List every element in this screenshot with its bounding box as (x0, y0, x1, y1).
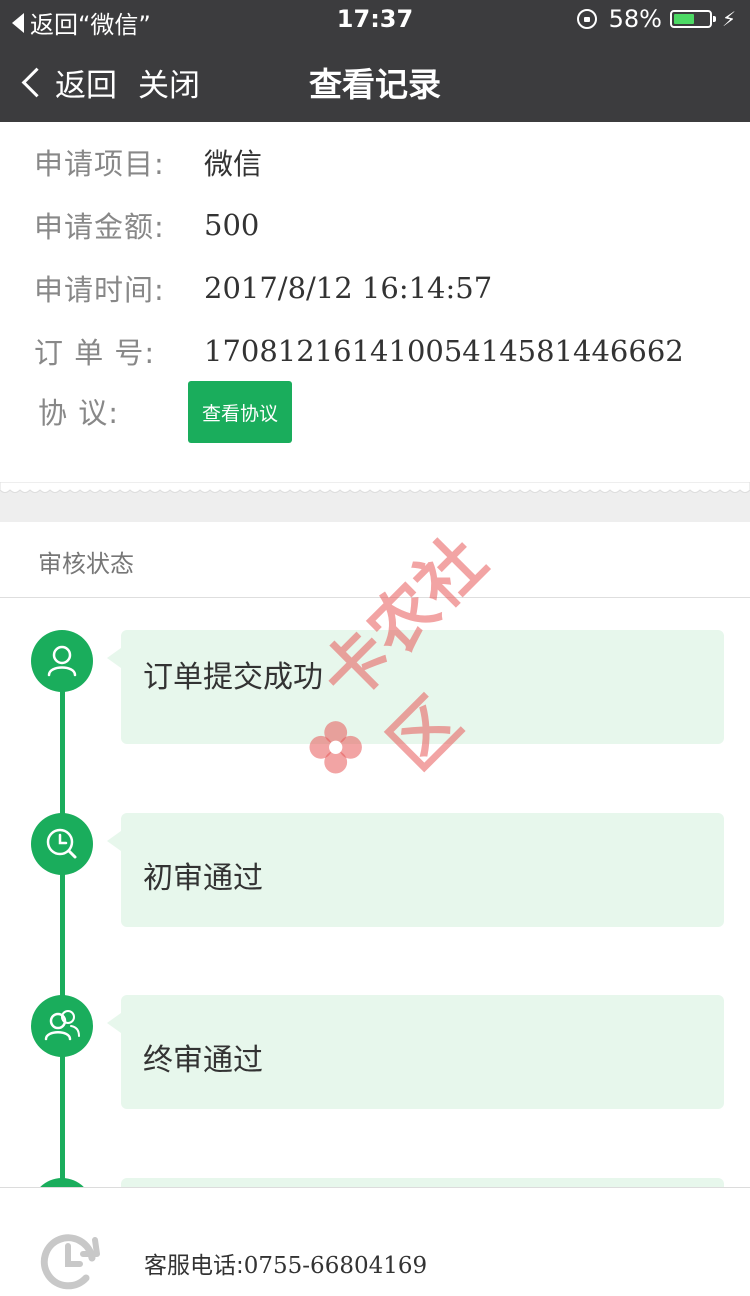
timeline-step-submitted: 订单提交成功 (107, 630, 724, 744)
clock-search-icon (31, 813, 93, 875)
timeline-step-first-review: 初审通过 (107, 813, 724, 927)
order-row: 订 单 号: 17081216141005414581446662 (34, 326, 684, 376)
charging-icon: ⚡ (721, 7, 736, 31)
timeline-step-final-review: 终审通过 (107, 995, 724, 1109)
wave-divider (0, 482, 750, 522)
history-refresh-icon[interactable] (36, 1228, 104, 1296)
agreement-row: 协 议: (34, 386, 208, 436)
review-timeline: 订单提交成功 初审通过 终审通过 (0, 598, 750, 1188)
phone-label: 客服电话: (144, 1253, 244, 1279)
customer-service-bar: 客服电话:0755-66804169 (0, 1187, 750, 1294)
project-value: 微信 (204, 147, 263, 181)
battery-icon (669, 10, 716, 28)
step-label: 订单提交成功 (143, 660, 323, 695)
battery-percent: 58% (608, 5, 662, 33)
nav-bar: 返回 关闭 查看记录 (0, 40, 750, 122)
order-value: 17081216141005414581446662 (204, 334, 684, 368)
status-section-title: 审核状态 (38, 550, 134, 578)
time-label: 申请时间: (34, 273, 165, 307)
time-value: 2017/8/12 16:14:57 (204, 271, 493, 305)
rotation-lock-icon (576, 9, 597, 29)
page-title: 查看记录 (309, 65, 441, 104)
project-label: 申请项目: (34, 147, 165, 181)
agreement-label: 协 议: (38, 396, 119, 430)
time-row: 申请时间: 2017/8/12 16:14:57 (34, 263, 492, 313)
step-label: 终审通过 (143, 1043, 263, 1078)
amount-row: 申请金额: 500 (34, 200, 259, 250)
status-bar: 返回“微信” 17:37 58% ⚡ (0, 0, 750, 40)
status-section-header: 审核状态 (0, 522, 750, 598)
status-right: 58% ⚡ (576, 5, 736, 33)
project-row: 申请项目: 微信 (34, 137, 262, 187)
amount-label: 申请金额: (34, 210, 165, 244)
step-label: 初审通过 (143, 861, 263, 896)
customer-service-phone[interactable]: 客服电话:0755-66804169 (144, 1246, 427, 1280)
group-users-icon (31, 995, 93, 1057)
user-icon (31, 630, 93, 692)
battery-fill (673, 14, 694, 24)
phone-number[interactable]: 0755-66804169 (244, 1253, 427, 1279)
amount-value: 500 (204, 208, 260, 242)
timeline-line (60, 658, 65, 1188)
order-label: 订 单 号: (34, 336, 156, 370)
view-agreement-button[interactable]: 查看协议 (188, 381, 292, 443)
application-info: 申请项目: 微信 申请金额: 500 申请时间: 2017/8/12 16:14… (0, 122, 750, 492)
wave-edge (0, 482, 750, 493)
